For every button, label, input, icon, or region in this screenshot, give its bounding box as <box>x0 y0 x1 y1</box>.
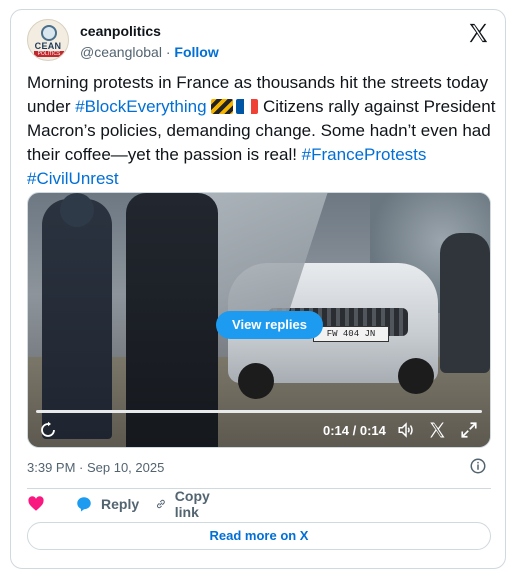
tweet-timestamp[interactable]: 3:39 PM · Sep 10, 2025 <box>27 460 164 475</box>
reply-button[interactable]: Reply <box>75 492 139 516</box>
tweet-card: CEAN POLITICS ceanpolitics @ceanglobal ·… <box>10 9 506 569</box>
copy-link-label: Copy link <box>174 488 210 520</box>
video-bystander <box>440 233 490 373</box>
avatar-logo-subtext: POLITICS <box>34 51 64 57</box>
reply-bubble-icon <box>77 497 91 512</box>
avatar-logo-text: CEAN <box>34 41 62 51</box>
tweet-text: Morning protests in France as thousands … <box>27 71 497 191</box>
construction-emoji-icon <box>211 99 234 114</box>
video-car-plate: FW 404 JN <box>313 326 389 342</box>
follow-link[interactable]: Follow <box>174 44 218 60</box>
video-car-wheel <box>398 358 434 394</box>
author-name[interactable]: ceanpolitics <box>80 23 161 39</box>
read-more-button[interactable]: Read more on X <box>27 522 491 550</box>
reply-label: Reply <box>101 496 140 512</box>
volume-icon[interactable] <box>396 421 416 439</box>
video-player[interactable]: FW 404 JN View replies 0:14 / 0:14 <box>27 192 491 448</box>
handle-row: @ceanglobal · Follow <box>80 44 219 60</box>
heart-icon[interactable] <box>27 495 45 513</box>
hashtag-civilunrest[interactable]: #CivilUnrest <box>27 169 119 188</box>
video-time: 0:14 / 0:14 <box>323 423 386 438</box>
divider <box>27 488 491 489</box>
video-police-officer <box>42 193 112 439</box>
copy-link-button[interactable]: Copy link <box>155 488 216 520</box>
x-logo-icon[interactable] <box>467 22 489 44</box>
like-button[interactable] <box>27 492 45 516</box>
info-icon[interactable] <box>469 457 487 475</box>
avatar[interactable]: CEAN POLITICS <box>27 19 69 61</box>
view-replies-button[interactable]: View replies <box>216 311 323 339</box>
link-icon <box>156 499 165 509</box>
video-car-wheel <box>238 363 274 399</box>
globe-logo-icon <box>41 25 57 41</box>
author-handle[interactable]: @ceanglobal <box>80 44 162 60</box>
hashtag-franceprotests[interactable]: #FranceProtests <box>302 145 427 164</box>
france-flag-icon <box>236 99 259 114</box>
x-logo-small-icon[interactable] <box>428 421 446 439</box>
expand-icon[interactable] <box>460 421 478 439</box>
replay-icon[interactable] <box>39 421 57 439</box>
separator-dot: · <box>165 44 171 60</box>
hashtag-blockeverything[interactable]: #BlockEverything <box>75 97 206 116</box>
video-helmet <box>60 193 94 227</box>
video-progress-bar[interactable] <box>36 410 482 413</box>
